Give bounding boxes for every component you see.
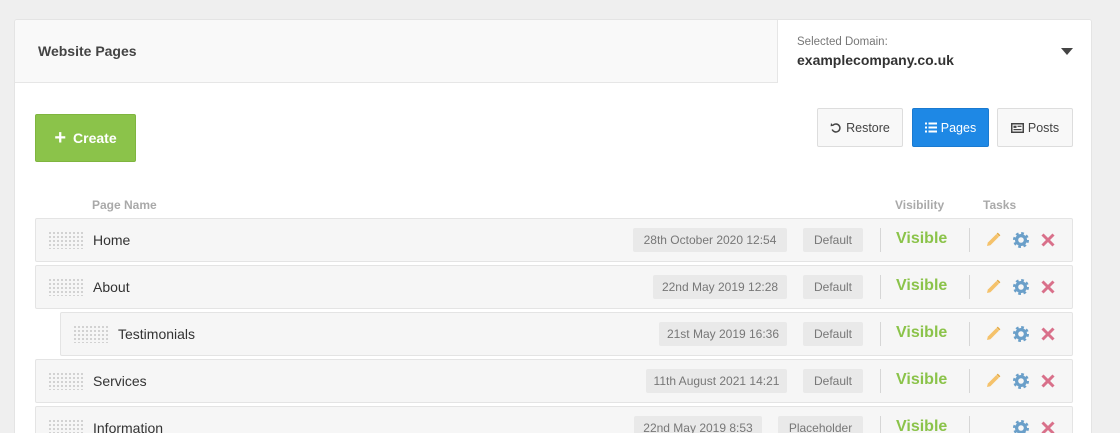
divider xyxy=(969,369,970,393)
type-badge: Default xyxy=(803,369,863,393)
pages-button-label: Pages xyxy=(940,120,977,135)
page-name[interactable]: Testimonials xyxy=(118,326,195,342)
domain-label: Selected Domain: xyxy=(797,36,888,48)
newspaper-icon xyxy=(1010,122,1024,133)
date-badge: 22nd May 2019 12:28 xyxy=(653,275,787,299)
divider xyxy=(969,275,970,299)
date-badge: 22nd May 2019 8:53 xyxy=(634,416,762,433)
pencil-icon[interactable] xyxy=(983,230,1003,250)
pages-button[interactable]: Pages xyxy=(912,108,989,147)
divider xyxy=(969,322,970,346)
table-row: Home 28th October 2020 12:54 Default Vis… xyxy=(35,218,1073,262)
visibility-toggle[interactable]: Visible xyxy=(896,277,947,295)
divider xyxy=(880,369,881,393)
divider xyxy=(880,322,881,346)
page-name[interactable]: Home xyxy=(93,232,130,248)
gear-icon[interactable] xyxy=(1011,371,1031,391)
gear-icon[interactable] xyxy=(1011,324,1031,344)
page-name[interactable]: Services xyxy=(93,373,147,389)
domain-value: examplecompany.co.uk xyxy=(797,52,954,68)
domain-selector[interactable]: Selected Domain: examplecompany.co.uk xyxy=(778,20,1091,83)
close-icon[interactable] xyxy=(1038,418,1058,433)
divider xyxy=(880,228,881,252)
panel-header: Website Pages xyxy=(15,20,778,83)
close-icon[interactable] xyxy=(1038,371,1058,391)
gear-icon[interactable] xyxy=(1011,277,1031,297)
divider xyxy=(880,275,881,299)
type-badge: Placeholder xyxy=(778,416,863,433)
restore-button-label: Restore xyxy=(846,120,890,135)
date-badge: 28th October 2020 12:54 xyxy=(633,228,787,252)
table-row: About 22nd May 2019 12:28 Default Visibl… xyxy=(35,265,1073,309)
column-header-tasks: Tasks xyxy=(983,198,1017,212)
posts-button-label: Posts xyxy=(1027,120,1060,135)
create-button[interactable]: + Create xyxy=(35,114,136,162)
visibility-toggle[interactable]: Visible xyxy=(896,418,947,433)
divider xyxy=(969,416,970,433)
pencil-icon[interactable] xyxy=(983,277,1003,297)
column-header-visibility: Visibility xyxy=(895,198,945,212)
visibility-toggle[interactable]: Visible xyxy=(896,371,947,389)
table-row: Services 11th August 2021 14:21 Default … xyxy=(35,359,1073,403)
caret-down-icon[interactable] xyxy=(1061,48,1073,55)
plus-icon: + xyxy=(54,127,67,149)
column-header-page-name: Page Name xyxy=(92,198,157,212)
drag-handle-icon[interactable] xyxy=(48,231,83,249)
undo-icon xyxy=(830,122,842,134)
create-button-label: Create xyxy=(73,130,117,146)
close-icon[interactable] xyxy=(1038,277,1058,297)
divider xyxy=(969,228,970,252)
pencil-icon[interactable] xyxy=(983,371,1003,391)
posts-button[interactable]: Posts xyxy=(997,108,1073,147)
page-name[interactable]: Information xyxy=(93,420,163,433)
page-title: Website Pages xyxy=(38,43,137,59)
type-badge: Default xyxy=(803,275,863,299)
gear-icon[interactable] xyxy=(1011,418,1031,433)
page-name[interactable]: About xyxy=(93,279,130,295)
pencil-icon[interactable] xyxy=(983,324,1003,344)
drag-handle-icon[interactable] xyxy=(48,372,83,390)
visibility-toggle[interactable]: Visible xyxy=(896,230,947,248)
divider xyxy=(880,416,881,433)
website-pages-panel: Website Pages Selected Domain: exampleco… xyxy=(14,19,1092,433)
table-row: Testimonials 21st May 2019 16:36 Default… xyxy=(60,312,1073,356)
close-icon[interactable] xyxy=(1038,230,1058,250)
list-icon xyxy=(924,122,937,133)
close-icon[interactable] xyxy=(1038,324,1058,344)
restore-button[interactable]: Restore xyxy=(817,108,903,147)
visibility-toggle[interactable]: Visible xyxy=(896,324,947,342)
gear-icon[interactable] xyxy=(1011,230,1031,250)
drag-handle-icon[interactable] xyxy=(48,278,83,296)
type-badge: Default xyxy=(803,228,863,252)
table-row: Information 22nd May 2019 8:53 Placehold… xyxy=(35,406,1073,433)
drag-handle-icon[interactable] xyxy=(73,325,108,343)
drag-handle-icon[interactable] xyxy=(48,419,83,433)
type-badge: Default xyxy=(803,322,863,346)
date-badge: 21st May 2019 16:36 xyxy=(659,322,787,346)
date-badge: 11th August 2021 14:21 xyxy=(646,369,787,393)
